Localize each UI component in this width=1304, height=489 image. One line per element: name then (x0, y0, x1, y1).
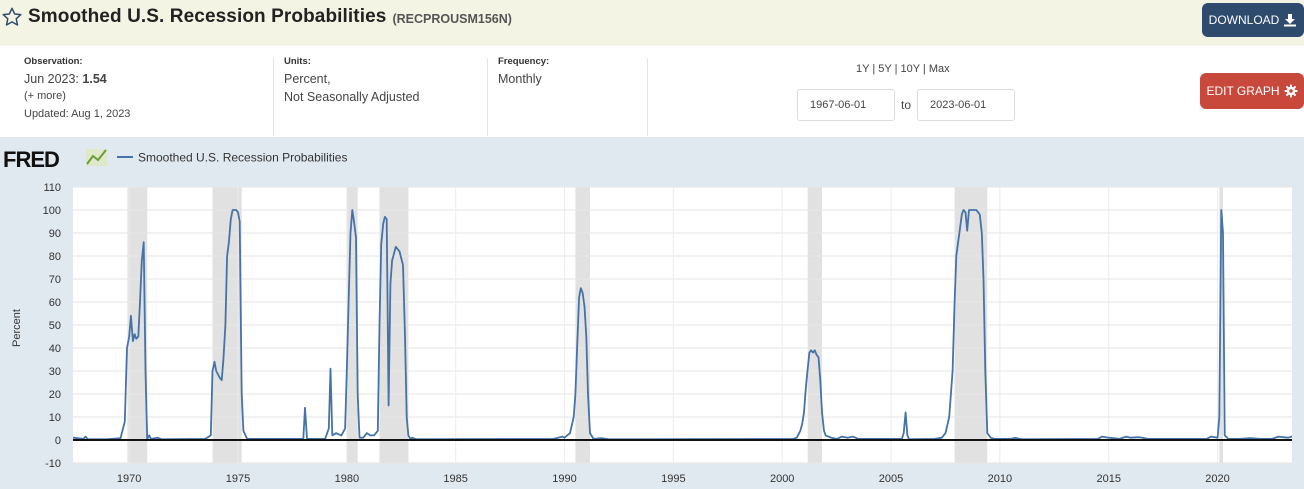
series-id: (RECPROUSM156N) (392, 11, 512, 26)
y-tick-label: 30 (49, 366, 61, 378)
edit-graph-button[interactable]: EDIT GRAPH (1200, 73, 1304, 109)
download-button[interactable]: DOWNLOAD (1202, 3, 1304, 37)
download-icon (1284, 14, 1297, 27)
observation-value: 1.54 (82, 72, 107, 86)
observation-block: Observation: Jun 2023: 1.54 (+ more) Upd… (24, 56, 130, 120)
units-line2: Not Seasonally Adjusted (284, 90, 420, 104)
range-1y[interactable]: 1Y (856, 63, 869, 75)
y-tick-label: 60 (49, 297, 61, 309)
end-date-input[interactable]: 2023-06-01 (917, 89, 1015, 121)
y-tick-label: 40 (49, 343, 61, 355)
x-tick-label: 2005 (879, 473, 903, 485)
title-bar: Smoothed U.S. Recession Probabilities (R… (0, 0, 1304, 46)
range-10y[interactable]: 10Y (901, 63, 920, 75)
fred-logo: FRED (3, 147, 59, 172)
divider (647, 58, 648, 136)
range-selector: 1Y | 5Y | 10Y | Max (856, 63, 950, 75)
frequency-block: Frequency: Monthly (498, 56, 549, 88)
x-tick-label: 1985 (443, 473, 467, 485)
observation-label: Observation: (24, 56, 83, 67)
frequency-value: Monthly (498, 72, 542, 86)
units-line1: Percent, (284, 72, 331, 86)
x-tick-label: 2010 (988, 473, 1012, 485)
updated-date: Updated: Aug 1, 2023 (24, 108, 131, 120)
range-max[interactable]: Max (929, 63, 950, 75)
metadata-panel: Observation: Jun 2023: 1.54 (+ more) Upd… (0, 46, 1304, 137)
page-title: Smoothed U.S. Recession Probabilities (28, 6, 387, 27)
observation-date: Jun 2023: (24, 72, 79, 86)
y-tick-label: 80 (49, 251, 61, 263)
x-tick-label: 1975 (226, 473, 250, 485)
y-tick-label: 20 (49, 389, 61, 401)
units-label: Units: (284, 56, 311, 67)
units-block: Units: Percent, Not Seasonally Adjusted (284, 56, 420, 106)
y-tick-label: 110 (43, 182, 61, 194)
edit-graph-label: EDIT GRAPH (1206, 84, 1280, 98)
y-tick-label: 90 (49, 228, 61, 240)
more-link[interactable]: (+ more) (24, 90, 130, 102)
y-axis-label: Percent (11, 309, 23, 347)
divider (487, 58, 488, 136)
gear-icon (1284, 84, 1298, 98)
legend-label: Smoothed U.S. Recession Probabilities (138, 151, 347, 165)
x-tick-label: 1970 (117, 473, 141, 485)
frequency-label: Frequency: (498, 56, 550, 67)
y-tick-label: 70 (49, 274, 61, 286)
x-tick-label: 1995 (661, 473, 685, 485)
star-icon[interactable] (1, 6, 23, 28)
y-tick-label: 50 (49, 320, 61, 332)
recession-chart: FRED Smoothed U.S. Recession Probabiliti… (3, 147, 1293, 485)
x-tick-label: 2000 (770, 473, 794, 485)
y-tick-label: -10 (45, 458, 61, 470)
fred-logo-icon (86, 149, 107, 166)
observation-line: Jun 2023: 1.54 (24, 70, 130, 88)
divider (273, 58, 274, 136)
start-date-input[interactable]: 1967-06-01 (797, 89, 895, 121)
download-label: DOWNLOAD (1208, 13, 1280, 27)
title-group: Smoothed U.S. Recession Probabilities (R… (0, 6, 512, 28)
x-tick-label: 2015 (1096, 473, 1120, 485)
x-tick-label: 1990 (552, 473, 576, 485)
to-label: to (901, 98, 912, 112)
y-tick-label: 100 (43, 205, 61, 217)
range-5y[interactable]: 5Y (878, 63, 891, 75)
x-tick-label: 2020 (1205, 473, 1229, 485)
y-tick-label: 10 (49, 412, 61, 424)
y-tick-label: 0 (55, 435, 61, 447)
x-tick-label: 1980 (335, 473, 359, 485)
